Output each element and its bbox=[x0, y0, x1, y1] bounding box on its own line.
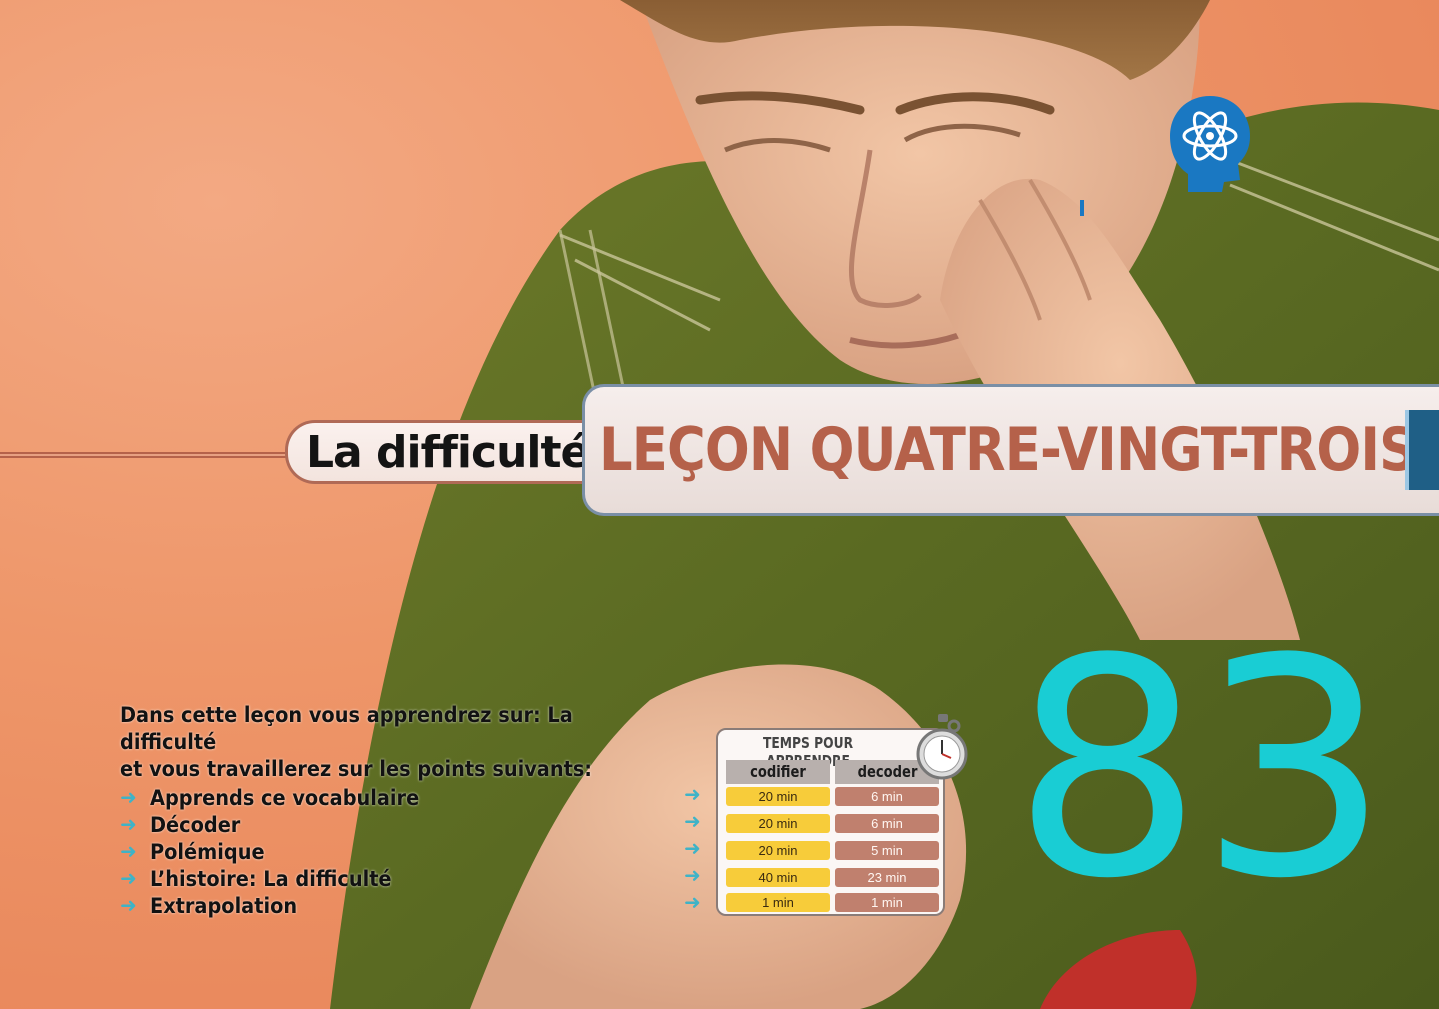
list-item: ➜ L’histoire: La difficulté bbox=[120, 865, 443, 892]
arrow-right-icon: ➜ bbox=[684, 838, 701, 860]
time-to-learn-card: TEMPS POUR APPRENDRE codifier decoder 20… bbox=[716, 728, 945, 916]
arrow-right-icon: ➜ bbox=[684, 865, 701, 887]
decoder-time: 23 min bbox=[835, 868, 939, 887]
arrow-right-icon: ➜ bbox=[120, 895, 137, 917]
codifier-time: 40 min bbox=[726, 868, 830, 887]
codifier-time: 20 min bbox=[726, 814, 830, 833]
stopwatch-icon bbox=[916, 714, 968, 780]
intro-line-2: et vous travaillerez sur les points suiv… bbox=[120, 757, 593, 781]
list-item: ➜ Polémique bbox=[120, 838, 443, 865]
codifier-time: 1 min bbox=[726, 893, 830, 912]
topic-label: Extrapolation bbox=[150, 893, 298, 918]
col-header-codifier: codifier bbox=[726, 760, 830, 784]
decoder-time: 1 min bbox=[835, 893, 939, 912]
lesson-cover: La difficulté LEÇON QUATRE-VINGT-TROIS 8… bbox=[0, 0, 1439, 1009]
list-item: ➜ Apprends ce vocabulaire bbox=[120, 784, 443, 811]
decoder-time: 6 min bbox=[835, 787, 939, 806]
decoder-time: 5 min bbox=[835, 841, 939, 860]
arrow-right-icon: ➜ bbox=[120, 814, 137, 836]
topic-label: L’histoire: La difficulté bbox=[150, 866, 392, 891]
atom-head-logo-icon bbox=[1170, 96, 1250, 192]
subject-title: La difficulté bbox=[306, 426, 590, 478]
topic-label: Apprends ce vocabulaire bbox=[150, 785, 420, 810]
arrow-right-icon: ➜ bbox=[684, 784, 701, 806]
topic-list: ➜ Apprends ce vocabulaire ➜ Décoder ➜ Polém… bbox=[120, 784, 443, 919]
codifier-time: 20 min bbox=[726, 841, 830, 860]
arrow-right-icon: ➜ bbox=[684, 811, 701, 833]
intro-line-1: Dans cette leçon vous apprendrez sur: La… bbox=[120, 703, 573, 754]
lesson-number: 83 bbox=[1012, 595, 1390, 944]
subject-tab: La difficulté bbox=[285, 420, 595, 484]
arrow-right-icon: ➜ bbox=[684, 892, 701, 914]
list-item: ➜ Extrapolation bbox=[120, 892, 443, 919]
lesson-title: LEÇON QUATRE-VINGT-TROIS bbox=[599, 415, 1417, 485]
decoder-time: 6 min bbox=[835, 814, 939, 833]
title-rule bbox=[0, 452, 300, 458]
arrow-right-icon: ➜ bbox=[120, 841, 137, 863]
lesson-title-bar: LEÇON QUATRE-VINGT-TROIS bbox=[582, 384, 1439, 516]
arrow-right-icon: ➜ bbox=[120, 868, 137, 890]
arrow-right-icon: ➜ bbox=[120, 787, 137, 809]
codifier-time: 20 min bbox=[726, 787, 830, 806]
list-item: ➜ Décoder bbox=[120, 811, 443, 838]
topic-label: Décoder bbox=[150, 812, 241, 837]
topic-label: Polémique bbox=[150, 839, 265, 864]
lesson-marker bbox=[1405, 410, 1439, 490]
intro-text: Dans cette leçon vous apprendrez sur: La… bbox=[120, 702, 598, 783]
